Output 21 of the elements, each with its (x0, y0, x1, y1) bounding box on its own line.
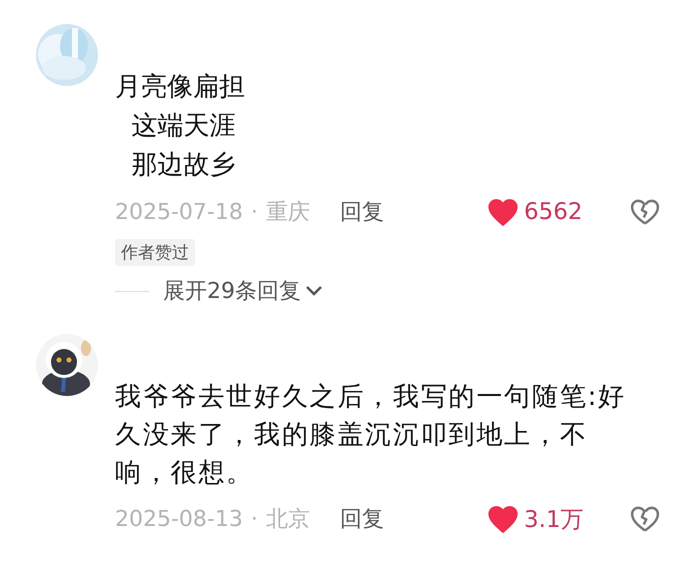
like-count: 6562 (524, 199, 584, 225)
broken-heart-icon[interactable] (630, 506, 660, 532)
heart-icon[interactable] (488, 198, 518, 226)
separator-dot: · (250, 506, 258, 532)
heart-icon[interactable] (488, 506, 518, 532)
comment-location: 北京 (266, 506, 310, 534)
comment-text-line: 月亮像扁担 (115, 71, 246, 104)
comment-location: 重庆 (266, 199, 310, 227)
reply-link[interactable]: 回复 (340, 197, 384, 227)
chevron-down-icon (305, 285, 323, 297)
like-count: 3.1万 (524, 506, 585, 534)
comment-date: 2025-07-18 (115, 200, 243, 224)
comment-date: 2025-08-13 (115, 506, 243, 532)
comment-text-line: 这端天涯 (130, 110, 237, 143)
comment-text: 我爷爷去世好久之后，我写的一句随笔:好久没来了，我的膝盖沉沉叩到地上，不响，很想。 (115, 381, 627, 490)
separator-dot: · (250, 200, 258, 224)
expand-replies-button[interactable]: 展开29条回复 (163, 276, 323, 306)
author-liked-badge: 作者赞过 (115, 239, 195, 266)
reply-link[interactable]: 回复 (340, 504, 384, 534)
broken-heart-icon[interactable] (630, 198, 660, 226)
comment-text-line: 那边故乡 (130, 149, 237, 182)
